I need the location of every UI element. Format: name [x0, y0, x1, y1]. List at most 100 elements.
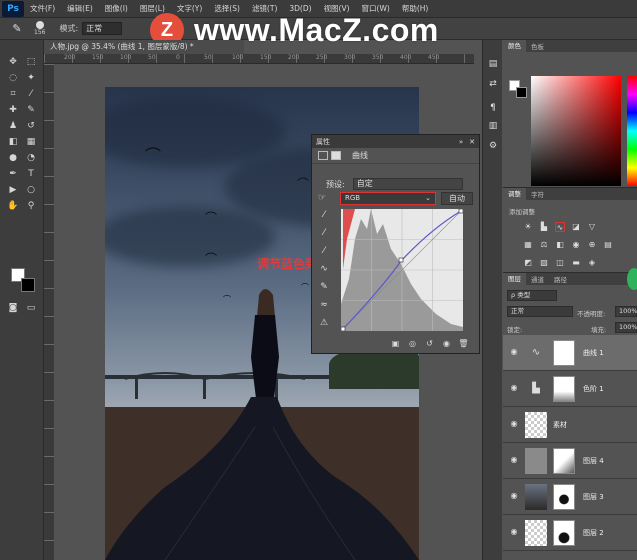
hue-saturation-icon[interactable]: ▦	[523, 240, 533, 250]
hand-adjust-icon[interactable]: ☞	[318, 193, 326, 203]
type-icon[interactable]: T	[24, 168, 38, 180]
quick-select-icon[interactable]: ✦	[24, 72, 38, 84]
eye-icon[interactable]: ◉	[509, 419, 519, 429]
visibility-icon[interactable]: ◉	[441, 339, 452, 349]
color-balance-icon[interactable]: ⚖	[539, 240, 549, 250]
threshold-icon[interactable]: ◫	[555, 258, 565, 268]
path-select-icon[interactable]: ▶	[6, 184, 20, 196]
layer-mask-thumbnail[interactable]	[553, 520, 575, 546]
white-point-eyedropper-icon[interactable]: ⁄	[318, 245, 330, 257]
actions-icon[interactable]: ⇄	[487, 78, 499, 90]
lasso-icon[interactable]: ◌	[6, 72, 20, 84]
eye-icon[interactable]: ◉	[509, 455, 519, 465]
menu-edit[interactable]: 编辑(E)	[61, 3, 99, 14]
invert-icon[interactable]: ◩	[523, 258, 533, 268]
eye-icon[interactable]: ◉	[509, 491, 519, 501]
saturation-value-field[interactable]	[531, 76, 621, 186]
pencil-draw-icon[interactable]: ✎	[318, 281, 330, 293]
brush-tool-icon[interactable]: ✎	[8, 21, 26, 37]
reset-icon[interactable]: ↺	[424, 339, 435, 349]
tab-channels[interactable]: 通道	[526, 274, 549, 284]
hand-icon[interactable]: ✋	[6, 200, 20, 212]
ellipse-icon[interactable]: ○	[24, 184, 38, 196]
collapse-icon[interactable]: »	[459, 138, 463, 146]
background-swatch[interactable]	[516, 87, 527, 98]
background-color-swatch[interactable]	[21, 278, 35, 292]
curves-icon[interactable]: ∿	[555, 222, 565, 232]
quick-mask-icon[interactable]: ◙	[6, 302, 20, 314]
tab-layers[interactable]: 图层	[503, 273, 526, 285]
move-icon[interactable]: ✥	[6, 56, 20, 68]
floating-assistant-button[interactable]	[627, 268, 637, 290]
menu-file[interactable]: 文件(F)	[24, 3, 61, 14]
blur-icon[interactable]: ●	[6, 152, 20, 164]
healing-icon[interactable]: ✚	[6, 104, 20, 116]
tab-swatches[interactable]: 色板	[526, 41, 549, 51]
black-point-eyedropper-icon[interactable]: ⁄	[318, 209, 330, 221]
layer-mask-thumbnail[interactable]	[553, 448, 575, 474]
posterize-icon[interactable]: ▧	[539, 258, 549, 268]
swatches-icon[interactable]: ▥	[487, 120, 499, 132]
view-previous-icon[interactable]: ◎	[407, 339, 418, 349]
paragraph-icon[interactable]: ¶	[487, 102, 499, 114]
pen-icon[interactable]: ✒	[6, 168, 20, 180]
history-icon[interactable]: ▤	[487, 58, 499, 70]
layer-row[interactable]: ◉ 素材	[503, 407, 637, 443]
screen-mode-icon[interactable]: ▭	[24, 302, 38, 314]
layer-row[interactable]: ◉ 图层 4	[503, 443, 637, 479]
dodge-icon[interactable]: ◔	[24, 152, 38, 164]
selective-color-icon[interactable]: ◈	[587, 258, 597, 268]
gradient-icon[interactable]: ▦	[24, 136, 38, 148]
properties-titlebar[interactable]: 属性 » ✕	[312, 135, 479, 148]
black-white-icon[interactable]: ◧	[555, 240, 565, 250]
tab-adjustments[interactable]: 调整	[503, 188, 526, 200]
eye-icon[interactable]: ◉	[509, 347, 519, 357]
close-icon[interactable]: ✕	[469, 138, 475, 146]
preset-select[interactable]: 自定	[352, 178, 463, 190]
clipping-warning-icon[interactable]: ⚠	[318, 317, 330, 329]
opacity-input[interactable]: 100%	[615, 306, 637, 317]
curve-point-icon[interactable]: ∿	[318, 263, 330, 275]
layer-mask-thumbnail[interactable]	[553, 484, 575, 510]
fill-input[interactable]: 100%	[615, 322, 637, 333]
vibrance-icon[interactable]: ▽	[587, 222, 597, 232]
eyedropper-icon[interactable]: ⁄	[24, 88, 38, 100]
channel-select[interactable]: RGB ⌄	[340, 192, 436, 205]
layer-row[interactable]: ◉ 图层 2	[503, 515, 637, 551]
hue-slider[interactable]	[627, 76, 637, 186]
gray-point-eyedropper-icon[interactable]: ⁄	[318, 227, 330, 239]
crop-icon[interactable]: ⌗	[6, 88, 20, 100]
auto-button[interactable]: 自动	[441, 192, 473, 205]
eraser-icon[interactable]: ◧	[6, 136, 20, 148]
layer-mask-thumbnail[interactable]	[553, 340, 575, 366]
curve-graph[interactable]	[341, 209, 463, 331]
trash-icon[interactable]: 🗑	[458, 339, 469, 349]
history-brush-icon[interactable]: ↺	[24, 120, 38, 132]
tab-character[interactable]: 字符	[526, 189, 549, 199]
blend-mode-select[interactable]: 正常	[507, 306, 573, 317]
exposure-icon[interactable]: ◪	[571, 222, 581, 232]
layer-row[interactable]: ◉ ∿ 曲线 1	[503, 335, 637, 371]
levels-icon[interactable]: ▙	[539, 222, 549, 232]
photo-filter-icon[interactable]: ◉	[571, 240, 581, 250]
eye-icon[interactable]: ◉	[509, 383, 519, 393]
properties-icon[interactable]: ⚙	[487, 140, 499, 152]
layer-kind-filter[interactable]: ρ 类型	[507, 290, 557, 301]
eye-icon[interactable]: ◉	[509, 527, 519, 537]
marquee-icon[interactable]: ⬚	[24, 56, 38, 68]
brightness-icon[interactable]: ☀	[523, 222, 533, 232]
color-lookup-icon[interactable]: ▤	[603, 240, 613, 250]
layer-row[interactable]: ◉ 图层 3	[503, 479, 637, 515]
brush-preset-picker[interactable]: 156	[34, 21, 45, 36]
gradient-map-icon[interactable]: ▬	[571, 258, 581, 268]
channel-mixer-icon[interactable]: ⊕	[587, 240, 597, 250]
zoom-icon[interactable]: ⚲	[24, 200, 38, 212]
brush-icon[interactable]: ✎	[24, 104, 38, 116]
clip-to-layer-icon[interactable]: ▣	[390, 339, 401, 349]
layer-mask-thumbnail[interactable]	[553, 376, 575, 402]
stamp-icon[interactable]: ♟	[6, 120, 20, 132]
smooth-icon[interactable]: ≈	[318, 299, 330, 311]
layer-row[interactable]: ◉ ▙ 色阶 1	[503, 371, 637, 407]
mask-icon[interactable]	[331, 151, 341, 160]
tab-color[interactable]: 颜色	[503, 40, 526, 52]
